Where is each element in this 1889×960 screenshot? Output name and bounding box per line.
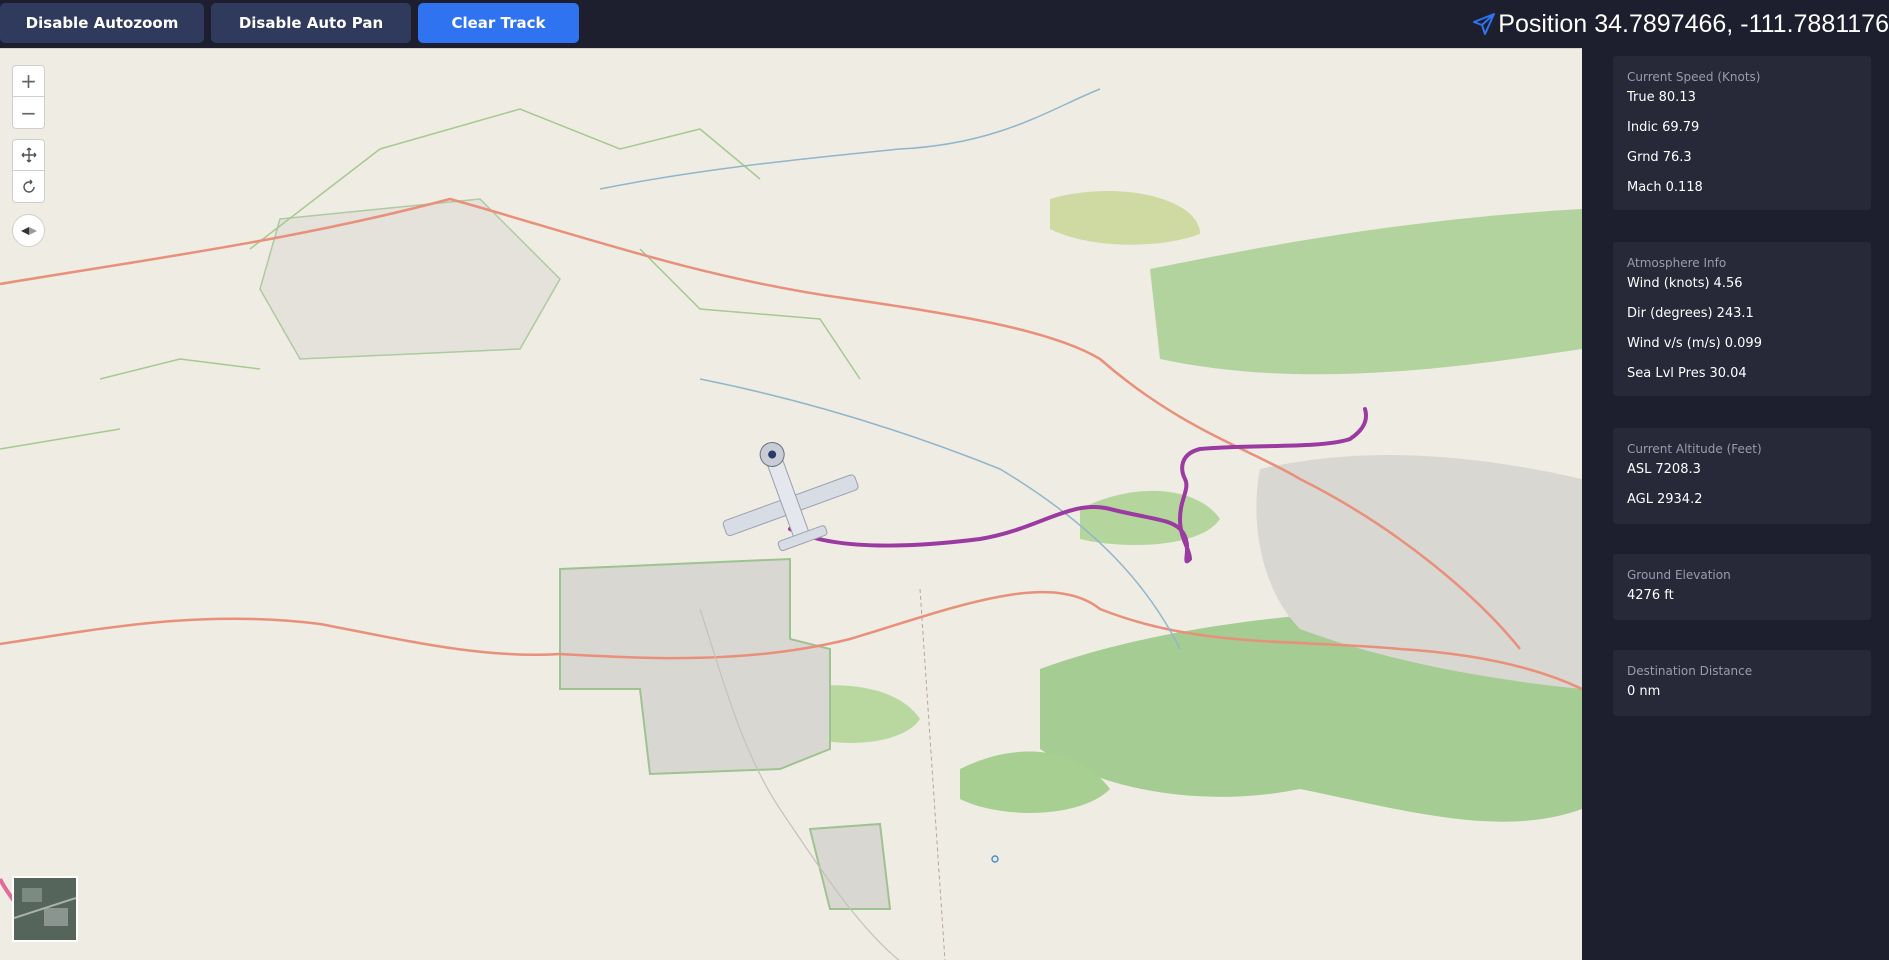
minor-road	[919, 588, 946, 960]
ground-speed-value: 76.3	[1662, 150, 1692, 165]
indicated-speed-label: Indic	[1627, 120, 1659, 135]
ground-speed: Grnd 76.3	[1627, 146, 1857, 176]
disable-autozoom-button[interactable]: Disable Autozoom	[0, 3, 204, 43]
indicated-speed-value: 69.79	[1662, 120, 1700, 135]
pressure-label: Sea Lvl Pres	[1627, 366, 1706, 381]
pressure-value: 30.04	[1709, 366, 1747, 381]
wind-direction: Dir (degrees) 243.1	[1627, 302, 1857, 332]
position-longitude: -111.7881176	[1740, 9, 1889, 38]
satellite-thumbnail	[14, 878, 76, 940]
windvs-value: 0.099	[1724, 336, 1762, 351]
mach-label: Mach	[1627, 180, 1662, 195]
agl-value: 2934.2	[1656, 492, 1703, 507]
altitude-asl: ASL 7208.3	[1627, 458, 1857, 488]
forest-area	[1050, 191, 1200, 245]
dir-label: Dir (degrees)	[1627, 306, 1713, 321]
satellite-minimap[interactable]	[12, 876, 78, 942]
move-tool-button[interactable]	[12, 139, 45, 171]
compass-icon	[20, 226, 37, 235]
atmosphere-title: Atmosphere Info	[1627, 256, 1727, 270]
forest-area	[1150, 209, 1582, 375]
rotate-icon	[22, 179, 35, 193]
wind-vertical-speed: Wind v/s (m/s) 0.099	[1627, 332, 1857, 362]
atmosphere-card: Atmosphere Info Wind (knots) 4.56 Dir (de…	[1613, 242, 1871, 396]
dir-value: 243.1	[1716, 306, 1754, 321]
ground-speed-label: Grnd	[1627, 150, 1659, 165]
top-toolbar: Disable Autozoom Disable Auto Pan Clear …	[0, 0, 1889, 48]
sea-level-pressure: Sea Lvl Pres 30.04	[1627, 362, 1857, 392]
true-speed: True 80.13	[1627, 86, 1857, 116]
zoom-in-icon: +	[20, 69, 37, 93]
altitude-agl: AGL 2934.2	[1627, 488, 1857, 518]
indicated-speed: Indic 69.79	[1627, 116, 1857, 146]
windvs-label: Wind v/s (m/s)	[1627, 336, 1721, 351]
speed-card: Current Speed (Knots) True 80.13 Indic 69.…	[1613, 56, 1871, 210]
map-marker	[991, 855, 999, 863]
position-readout: Position 34.7897466, -111.7881176	[1472, 6, 1889, 42]
urban-area	[259, 198, 561, 360]
altitude-title: Current Altitude (Feet)	[1627, 442, 1762, 456]
destination-distance-card: Destination Distance 0 nm	[1613, 650, 1871, 716]
urban-area	[559, 557, 831, 776]
ground-elevation-card: Ground Elevation 4276 ft	[1613, 554, 1871, 620]
destination-distance-title: Destination Distance	[1627, 664, 1753, 678]
true-speed-label: True	[1627, 90, 1655, 105]
compass-button[interactable]	[12, 214, 45, 247]
river	[599, 88, 1101, 190]
position-label: Position	[1498, 9, 1588, 38]
wind-speed: Wind (knots) 4.56	[1627, 272, 1857, 302]
telemetry-panel: Current Speed (Knots) True 80.13 Indic 69.…	[1582, 48, 1889, 960]
map-base-layer	[0, 88, 1582, 960]
asl-value: 7208.3	[1655, 462, 1701, 477]
paper-plane-icon	[1473, 13, 1496, 35]
asl-label: ASL	[1627, 462, 1652, 477]
boundary-line	[0, 358, 261, 450]
ground-elevation-value: 4276 ft	[1627, 588, 1674, 603]
map-view[interactable]: + −	[0, 48, 1582, 960]
ground-elevation-title: Ground Elevation	[1627, 568, 1731, 582]
true-speed-value: 80.13	[1658, 90, 1696, 105]
destination-distance-value: 0 nm	[1627, 684, 1661, 699]
mach-speed: Mach 0.118	[1627, 176, 1857, 206]
urban-area	[808, 822, 892, 910]
move-icon	[21, 147, 36, 163]
clear-track-button[interactable]: Clear Track	[418, 3, 579, 43]
rotate-tool-button[interactable]	[12, 171, 45, 203]
speed-title: Current Speed (Knots)	[1627, 70, 1761, 84]
zoom-in-button[interactable]: +	[12, 65, 45, 97]
zoom-out-button[interactable]: −	[12, 97, 45, 129]
disable-auto-pan-button[interactable]: Disable Auto Pan	[211, 3, 411, 43]
position-latitude: 34.7897466,	[1594, 9, 1734, 38]
agl-label: AGL	[1627, 492, 1653, 507]
wind-value: 4.56	[1713, 276, 1743, 291]
zoom-out-icon: −	[20, 100, 37, 125]
altitude-card: Current Altitude (Feet) ASL 7208.3 AGL 293…	[1613, 428, 1871, 524]
wind-label: Wind (knots)	[1627, 276, 1710, 291]
mach-value: 0.118	[1665, 180, 1703, 195]
